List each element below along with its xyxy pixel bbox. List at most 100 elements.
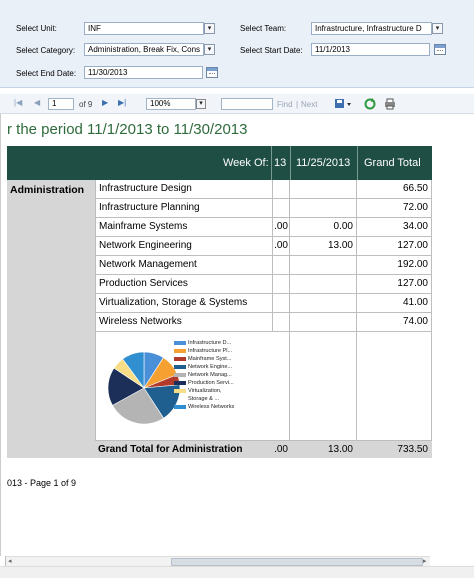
row-category: Production Services: [95, 275, 273, 294]
row-partial-value: [273, 275, 290, 294]
end-date-input[interactable]: 11/30/2013: [84, 66, 203, 79]
legend-item: Virtualization,: [174, 388, 221, 394]
row-category: Infrastructure Planning: [95, 199, 273, 218]
legend-item: Network Engine...: [174, 364, 233, 370]
header-col-total: Grand Total: [364, 157, 421, 169]
legend-label: Mainframe Syst...: [188, 356, 232, 362]
row-partial-value: [273, 256, 290, 275]
zoom-dropdown-icon[interactable]: ▾: [196, 99, 206, 109]
horizontal-scrollbar[interactable]: ◂ ▸: [6, 556, 430, 566]
grand-total-row: Grand Total for Administration .00 13.00…: [95, 441, 432, 458]
row-category: Wireless Networks: [95, 313, 273, 332]
category-label: Select Category:: [16, 46, 76, 55]
row-partial-value: [273, 180, 290, 199]
next-page-icon[interactable]: ▶: [102, 98, 108, 107]
start-date-calendar-icon[interactable]: [434, 44, 446, 55]
table-row: Network Engineering .00 13.00 127.00: [95, 237, 432, 256]
row-partial-value: [273, 199, 290, 218]
scroll-left-icon[interactable]: ◂: [8, 557, 12, 565]
row-partial-value: .00: [273, 218, 290, 237]
parameter-panel: Select Unit: INF ▾ Select Team: Infrastr…: [0, 0, 474, 88]
header-col-partial: 13: [274, 157, 287, 169]
table-row: Wireless Networks 74.00: [95, 313, 432, 332]
week-of-label: Week Of:: [223, 157, 269, 169]
table-row: Infrastructure Planning 72.00: [95, 199, 432, 218]
row-category: Virtualization, Storage & Systems: [95, 294, 273, 313]
row-category: Network Management: [95, 256, 273, 275]
legend-label: Infrastructure Pl...: [188, 348, 233, 354]
row-total-value: 72.00: [357, 199, 432, 218]
category-dropdown-icon[interactable]: ▾: [204, 44, 215, 55]
refresh-icon[interactable]: [364, 98, 376, 110]
legend-swatch: [174, 365, 186, 369]
team-label: Select Team:: [240, 24, 287, 33]
legend-item: Infrastructure Pl...: [174, 348, 233, 354]
category-select[interactable]: Administration, Break Fix, Cons: [84, 43, 204, 56]
unit-dropdown-icon[interactable]: ▾: [204, 23, 215, 34]
row-total-value: 127.00: [357, 275, 432, 294]
last-page-icon[interactable]: ▶|: [118, 98, 126, 107]
row-partial-value: [273, 294, 290, 313]
zoom-select[interactable]: 100%: [146, 98, 196, 110]
unit-select[interactable]: INF: [84, 22, 204, 35]
group-cell: Administration: [7, 180, 95, 458]
header-divider: [357, 146, 358, 180]
row-total-value: 127.00: [357, 237, 432, 256]
legend-swatch: [174, 341, 186, 345]
find-input[interactable]: [221, 98, 273, 110]
row-total-value: 74.00: [357, 313, 432, 332]
first-page-icon[interactable]: |◀: [14, 98, 22, 107]
start-date-input[interactable]: 11/1/2013: [311, 43, 430, 56]
next-link[interactable]: Next: [301, 100, 317, 109]
row-week-value: [290, 180, 357, 199]
report-period-title: r the period 11/1/2013 to 11/30/2013: [7, 121, 248, 138]
table-row: Network Management 192.00: [95, 256, 432, 275]
legend-swatch: [174, 405, 186, 409]
grand-total-week: 13.00: [327, 444, 353, 455]
row-week-value: [290, 256, 357, 275]
page-number-input[interactable]: 1: [48, 98, 74, 110]
legend-swatch: [174, 357, 186, 361]
previous-page-icon[interactable]: ◀: [34, 98, 40, 107]
legend-label: Infrastructure D...: [188, 340, 232, 346]
chart-row-date-cell: [290, 332, 357, 441]
legend-label: Network Engine...: [188, 364, 233, 370]
export-icon[interactable]: [334, 98, 354, 110]
table-header: Week Of: 13 11/25/2013 Grand Total: [7, 146, 432, 180]
group-label: Administration: [10, 184, 85, 196]
report-body[interactable]: r the period 11/1/2013 to 11/30/2013 Wee…: [0, 114, 474, 556]
legend-item: Storage & ...: [188, 396, 219, 402]
row-week-value: [290, 199, 357, 218]
legend-label: Wireless Networks: [188, 404, 235, 410]
legend-item: Mainframe Syst...: [174, 356, 232, 362]
scrollbar-thumb[interactable]: [171, 558, 423, 566]
unit-label: Select Unit:: [16, 24, 57, 33]
row-total-value: 192.00: [357, 256, 432, 275]
scroll-right-icon[interactable]: ▸: [423, 557, 427, 565]
end-date-label: Select End Date:: [16, 69, 77, 78]
table-row: Production Services 127.00: [95, 275, 432, 294]
find-link[interactable]: Find: [277, 100, 293, 109]
header-divider: [290, 146, 291, 180]
end-date-calendar-icon[interactable]: [206, 67, 218, 78]
legend-swatch: [174, 373, 186, 377]
print-icon[interactable]: [384, 98, 396, 110]
chart-row: Infrastructure D... Infrastructure Pl... M…: [95, 332, 432, 441]
header-col-date: 11/25/2013: [296, 157, 351, 169]
legend-swatch: [174, 381, 186, 385]
legend-swatch: [174, 349, 186, 353]
row-total-value: 34.00: [357, 218, 432, 237]
legend-label: Network Manag...: [188, 372, 232, 378]
find-separator: |: [296, 100, 299, 109]
legend-label: Production Servi...: [188, 380, 234, 386]
chart-row-total-cell: [357, 332, 432, 441]
chart-row-partial-cell: [273, 332, 290, 441]
team-select[interactable]: Infrastructure, Infrastructure D: [311, 22, 432, 35]
row-week-value: [290, 313, 357, 332]
legend-swatch: [174, 389, 186, 393]
team-dropdown-icon[interactable]: ▾: [432, 23, 443, 34]
row-week-value: 0.00: [290, 218, 357, 237]
start-date-label: Select Start Date:: [240, 46, 303, 55]
row-week-value: 13.00: [290, 237, 357, 256]
table-row: Infrastructure Design 66.50: [95, 180, 432, 199]
